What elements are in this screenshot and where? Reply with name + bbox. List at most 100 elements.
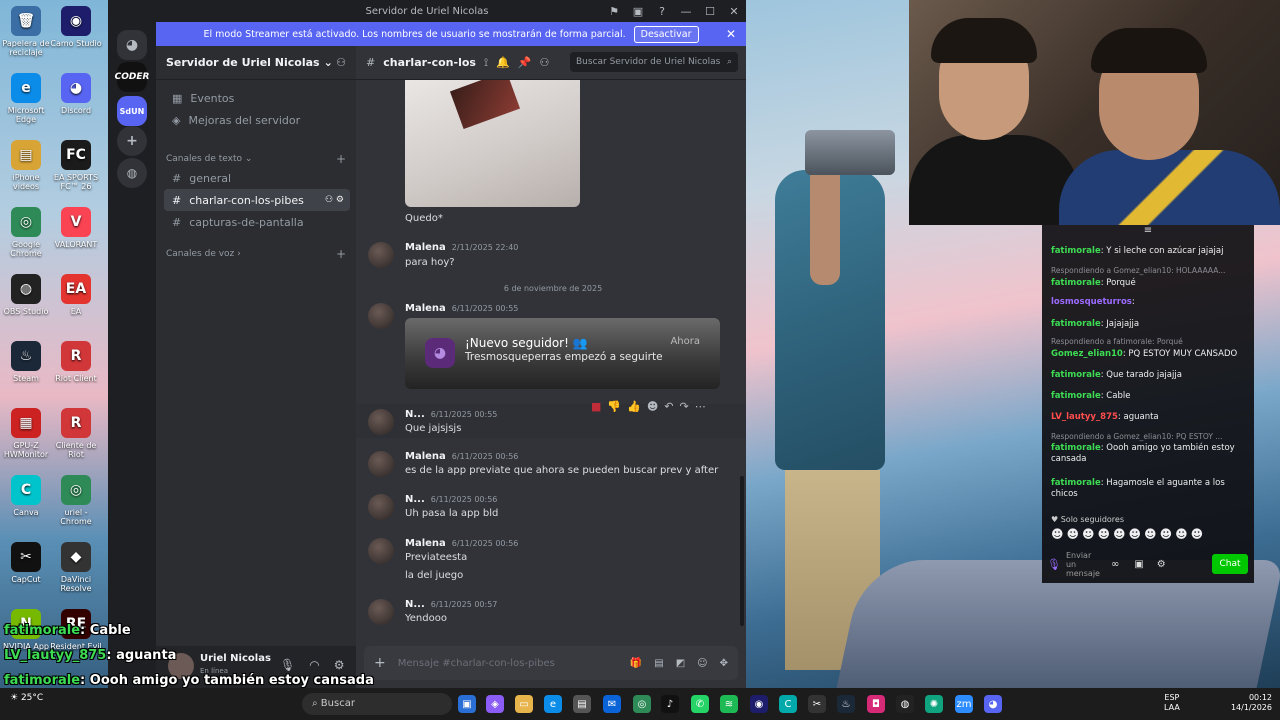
forward-icon[interactable]: ↷ — [680, 400, 689, 413]
author[interactable]: N... — [405, 409, 425, 420]
edge-icon[interactable]: e — [544, 695, 562, 713]
instagram-icon[interactable]: ◘ — [867, 695, 885, 713]
image-attachment[interactable] — [405, 80, 580, 207]
avatar[interactable] — [368, 303, 394, 329]
steam-icon[interactable]: ♨ — [837, 695, 855, 713]
gif-icon[interactable]: ▤ — [654, 658, 663, 669]
chat-send-button[interactable]: Chat — [1212, 554, 1248, 574]
chrome-icon[interactable]: ◎ — [633, 695, 651, 713]
headphones-icon[interactable]: ◠ — [309, 658, 319, 672]
gear-icon[interactable]: ⚙ — [334, 658, 345, 672]
chat-username[interactable]: fatimorale — [1051, 443, 1101, 453]
tiktok-icon[interactable]: ♪ — [661, 695, 679, 713]
author[interactable]: N... — [405, 599, 425, 610]
zoom-icon[interactable]: zm — [955, 695, 973, 713]
mic-icon[interactable]: 🎙 — [1047, 559, 1061, 570]
capcut-icon[interactable]: C — [779, 695, 797, 713]
author[interactable]: Malena — [405, 303, 446, 314]
avatar[interactable] — [368, 409, 394, 435]
text-channels-category[interactable]: Canales de texto ⌄ + — [166, 152, 346, 166]
chat-username[interactable]: fatimorale — [1051, 246, 1101, 256]
nav-events[interactable]: ▦ Eventos — [164, 87, 350, 109]
desktop-icon[interactable]: ◍ OBS Studio — [0, 274, 52, 316]
close-icon[interactable]: ✕ — [726, 27, 736, 41]
copilot-icon[interactable]: ◈ — [486, 695, 504, 713]
threads-icon[interactable]: ⟟ — [484, 56, 488, 70]
add-channel-icon[interactable]: + — [336, 152, 346, 166]
members-icon[interactable]: ⚇ — [539, 56, 549, 69]
add-server-icon[interactable]: + — [117, 126, 147, 156]
desktop-icon[interactable]: R Cliente de Riot — [50, 408, 102, 459]
minimize-button[interactable]: — — [674, 0, 698, 22]
voice-channels-category[interactable]: Canales de voz › + — [166, 247, 346, 261]
desktop-icon[interactable]: V VALORANT — [50, 207, 102, 249]
close-button[interactable]: ✕ — [722, 0, 746, 22]
sticker-icon[interactable]: ◩ — [676, 658, 685, 669]
whatsapp-icon[interactable]: ✆ — [691, 695, 709, 713]
desktop-icon[interactable]: ▤ iPhone videos — [0, 140, 52, 191]
mic-icon[interactable]: 🎙 — [280, 658, 295, 672]
desktop-icon[interactable]: EA EA — [50, 274, 102, 316]
apps-icon[interactable]: ✥ — [720, 658, 728, 669]
help-icon[interactable]: ? — [650, 0, 674, 22]
channel-general[interactable]: # general — [164, 167, 350, 189]
chat-username[interactable]: Gomez_elian10 — [1051, 349, 1123, 359]
inbox-icon[interactable]: ⚑ — [602, 0, 626, 22]
desktop-icon[interactable]: ♨ Steam — [0, 341, 52, 383]
gift-icon[interactable]: ▣ — [1134, 559, 1143, 570]
notification-image[interactable]: ◕ ¡Nuevo seguidor! 👥 Tresmosqueperras em… — [405, 318, 720, 389]
emoji-icon[interactable]: ☺ — [697, 658, 707, 669]
settings-icon[interactable]: ⚇ ⚙ — [325, 195, 344, 205]
points-icon[interactable]: ∞ — [1111, 559, 1119, 570]
explore-icon[interactable]: ◍ — [117, 158, 147, 188]
avatar[interactable] — [368, 451, 394, 477]
desktop-icon[interactable]: ◉ Camo Studio — [50, 6, 102, 48]
pin-icon[interactable]: 📌 — [518, 56, 532, 69]
desktop-icon[interactable]: 🗑 Papelera de reciclaje — [0, 6, 52, 57]
add-member-icon[interactable]: ⚇ — [336, 56, 346, 69]
discord-home-icon[interactable]: ◕ — [117, 30, 147, 60]
camo-icon[interactable]: ◉ — [750, 695, 768, 713]
screen-icon[interactable]: ▣ — [626, 0, 650, 22]
desktop-icon[interactable]: ▦ GPU-Z HWMonitor — [0, 408, 52, 459]
reply-icon[interactable]: ↶ — [664, 400, 673, 413]
search-input[interactable]: Buscar Servidor de Uriel Nicolas ⌕ — [570, 52, 738, 72]
desktop-icon[interactable]: ◎ Google Chrome — [0, 207, 52, 258]
author[interactable]: Malena — [405, 451, 446, 462]
deactivate-button[interactable]: Desactivar — [633, 25, 699, 43]
server-coder[interactable]: CODER — [115, 62, 149, 92]
add-reaction-icon[interactable]: ☻ — [647, 400, 658, 413]
channel-charlar-con-los-pibes[interactable]: # charlar-con-los-pibes ⚇ ⚙ — [164, 189, 350, 211]
desktop-icon[interactable]: FC EA SPORTS FC™ 26 — [50, 140, 102, 191]
mail-icon[interactable]: ✉ — [603, 695, 621, 713]
bell-icon[interactable]: 🔔 — [496, 56, 510, 69]
avatar[interactable] — [368, 242, 394, 268]
nav-boosts[interactable]: ◈ Mejoras del servidor — [164, 109, 350, 131]
chat-input[interactable]: Enviar un mensaje — [1066, 551, 1100, 578]
capcut-desktop-icon[interactable]: ✂ — [808, 695, 826, 713]
gear-icon[interactable]: ⚙ — [1157, 559, 1166, 570]
message-composer[interactable]: + Mensaje #charlar-con-los-pibes 🎁 ▤ ◩ ☺… — [364, 646, 738, 680]
chatgpt-icon[interactable]: ✺ — [925, 695, 943, 713]
server-sdun[interactable]: SdUN — [117, 96, 147, 126]
chat-username[interactable]: losmosqueturros — [1051, 297, 1132, 307]
gift-icon[interactable]: 🎁 — [630, 658, 642, 669]
chat-username[interactable]: fatimorale — [1051, 478, 1101, 488]
spotify-icon[interactable]: ≋ — [720, 695, 738, 713]
desktop-icon[interactable]: ◕ Discord — [50, 73, 102, 115]
maximize-button[interactable]: ☐ — [698, 0, 722, 22]
discord-taskbar-icon[interactable]: ◕ — [984, 695, 1002, 713]
add-attachment-icon[interactable]: + — [374, 655, 386, 671]
author[interactable]: Malena — [405, 242, 446, 253]
weather-widget[interactable]: ☀ 25°C — [10, 693, 43, 703]
scrollbar[interactable] — [740, 476, 744, 626]
desktop-icon[interactable]: e Microsoft Edge — [0, 73, 52, 124]
chat-username[interactable]: fatimorale — [1051, 391, 1101, 401]
obs-icon[interactable]: ◍ — [896, 695, 914, 713]
file-explorer-icon[interactable]: ▭ — [515, 695, 533, 713]
desktop-icon[interactable]: R Riot Client — [50, 341, 102, 383]
add-channel-icon[interactable]: + — [336, 247, 346, 261]
thumbs-down-icon[interactable]: 👎 — [607, 400, 621, 413]
chat-username[interactable]: fatimorale — [1051, 278, 1101, 288]
chat-username[interactable]: fatimorale — [1051, 370, 1101, 380]
